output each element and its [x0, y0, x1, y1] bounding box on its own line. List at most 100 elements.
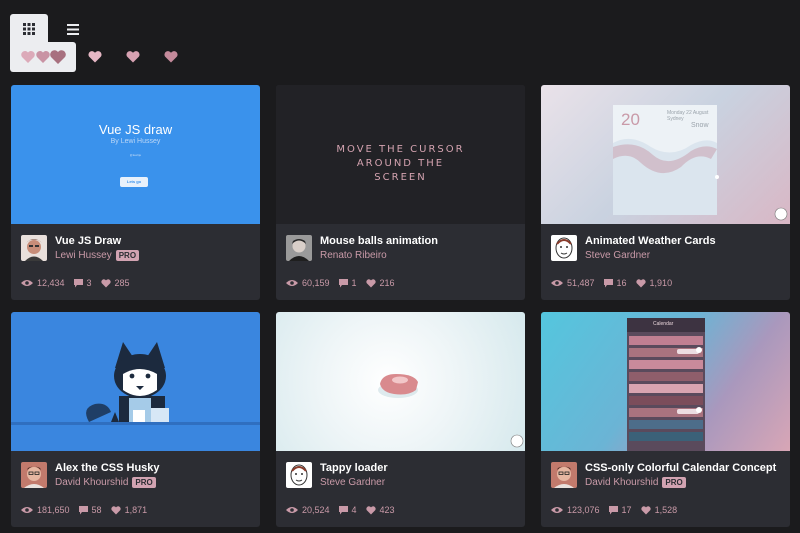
- pro-badge: PRO: [662, 477, 686, 488]
- pro-badge: PRO: [132, 477, 156, 488]
- pen-card: MOVE THE CURSOR AROUND THE SCREEN Mouse …: [276, 85, 525, 300]
- author-name[interactable]: Steve Gardner: [320, 477, 385, 488]
- heart-icon: [88, 51, 102, 63]
- heart-icon: [640, 505, 651, 514]
- pen-title[interactable]: Animated Weather Cards: [585, 235, 716, 247]
- avatar[interactable]: [551, 462, 577, 488]
- filter-heart-2[interactable]: [114, 42, 152, 72]
- pen-preview[interactable]: MOVE THE CURSOR AROUND THE SCREEN: [276, 85, 525, 224]
- views-count: 20,524: [302, 505, 330, 515]
- filter-all-hearts[interactable]: [10, 42, 76, 72]
- views-stat[interactable]: 51,487: [551, 278, 595, 288]
- heart-icon: [110, 505, 121, 514]
- likes-stat[interactable]: 216: [365, 278, 395, 288]
- views-stat[interactable]: 60,159: [286, 278, 330, 288]
- tappy-illustration: [378, 374, 524, 448]
- comments-count: 17: [621, 505, 632, 515]
- views-count: 123,076: [567, 505, 600, 515]
- likes-count: 1,528: [654, 505, 678, 515]
- weather-card-illustration: [613, 105, 788, 221]
- comments-stat[interactable]: 17: [608, 505, 632, 515]
- grid-view-button[interactable]: [10, 14, 48, 44]
- heart-icon: [635, 278, 646, 287]
- avatar[interactable]: [286, 235, 312, 261]
- filter-heart-3[interactable]: [152, 42, 190, 72]
- author-name[interactable]: Steve Gardner: [585, 250, 650, 261]
- avatar[interactable]: [551, 235, 577, 261]
- eye-icon: [551, 280, 563, 286]
- pen-meta: Animated Weather Cards Steve Gardner 51,…: [541, 224, 790, 300]
- likes-count: 1,871: [124, 505, 148, 515]
- pen-stats: 12,434 3 285: [21, 278, 139, 288]
- heart-icon: [100, 278, 111, 287]
- pen-grid: Vue JS draw By Lewi Hussey @lewitje Lets…: [11, 85, 791, 527]
- avatar[interactable]: [21, 462, 47, 488]
- pen-card: Vue JS draw By Lewi Hussey @lewitje Lets…: [11, 85, 260, 300]
- heart-icon: [164, 51, 178, 63]
- likes-stat[interactable]: 285: [100, 278, 130, 288]
- pen-title[interactable]: Mouse balls animation: [320, 235, 438, 247]
- author-name[interactable]: David Khourshid: [585, 477, 658, 488]
- comments-stat[interactable]: 58: [78, 505, 102, 515]
- likes-count: 285: [114, 278, 130, 288]
- heart-icon: [126, 51, 140, 63]
- comment-icon: [608, 505, 618, 514]
- pen-author: Steve Gardner: [320, 477, 385, 488]
- pen-meta: CSS-only Colorful Calendar Concept David…: [541, 451, 790, 527]
- likes-count: 423: [379, 505, 395, 515]
- comments-stat[interactable]: 16: [603, 278, 627, 288]
- pen-title[interactable]: Tappy loader: [320, 462, 388, 474]
- avatar[interactable]: [286, 462, 312, 488]
- author-name[interactable]: Renato Ribeiro: [320, 250, 387, 261]
- comments-count: 4: [351, 505, 357, 515]
- pen-title[interactable]: CSS-only Colorful Calendar Concept: [585, 462, 776, 474]
- eye-icon: [21, 507, 33, 513]
- pen-meta: Alex the CSS Husky David Khourshid PRO 1…: [11, 451, 260, 527]
- comments-stat[interactable]: 1: [338, 278, 357, 288]
- preview-line: MOVE THE CURSOR: [336, 144, 465, 155]
- views-stat[interactable]: 123,076: [551, 505, 600, 515]
- pen-author: David Khourshid PRO: [55, 477, 156, 488]
- hearts-group-icon: [21, 50, 66, 64]
- preview-button: Lets go: [120, 177, 148, 187]
- pen-title[interactable]: Vue JS Draw: [55, 235, 121, 247]
- views-count: 181,650: [37, 505, 70, 515]
- pen-preview[interactable]: Calendar: [541, 312, 790, 451]
- views-count: 12,434: [37, 278, 65, 288]
- likes-stat[interactable]: 423: [365, 505, 395, 515]
- avatar[interactable]: [21, 235, 47, 261]
- comments-count: 3: [86, 278, 92, 288]
- pen-card: Alex the CSS Husky David Khourshid PRO 1…: [11, 312, 260, 527]
- calendar-illustration: [627, 318, 705, 451]
- author-name[interactable]: David Khourshid: [55, 477, 128, 488]
- pen-author: Renato Ribeiro: [320, 250, 387, 261]
- comments-count: 58: [91, 505, 102, 515]
- views-stat[interactable]: 12,434: [21, 278, 65, 288]
- filter-heart-1[interactable]: [76, 42, 114, 72]
- eye-icon: [551, 507, 563, 513]
- comments-count: 1: [351, 278, 357, 288]
- preview-line: SCREEN: [374, 172, 427, 183]
- views-stat[interactable]: 181,650: [21, 505, 70, 515]
- pen-card: Calendar CSS-only Colorful Calendar Conc…: [541, 312, 790, 527]
- weather-place: Sydney: [667, 116, 684, 122]
- preview-heading: Vue JS draw: [98, 122, 173, 137]
- comments-stat[interactable]: 4: [338, 505, 357, 515]
- likes-stat[interactable]: 1,910: [635, 278, 672, 288]
- views-stat[interactable]: 20,524: [286, 505, 330, 515]
- pen-preview[interactable]: 20 Monday 22 August Sydney Snow: [541, 85, 790, 224]
- weather-temp: 20: [621, 110, 640, 129]
- pen-meta: Vue JS Draw Lewi Hussey PRO 12,434 3 285: [11, 224, 260, 300]
- pen-title[interactable]: Alex the CSS Husky: [55, 462, 160, 474]
- list-view-button[interactable]: [54, 14, 92, 44]
- pen-preview[interactable]: [11, 312, 260, 451]
- pen-preview[interactable]: [276, 312, 525, 451]
- preview-message: MOVE THE CURSOR AROUND THE SCREEN: [276, 143, 525, 185]
- likes-stat[interactable]: 1,528: [640, 505, 678, 515]
- pen-stats: 123,076 17 1,528: [551, 505, 686, 515]
- author-name[interactable]: Lewi Hussey: [55, 250, 112, 261]
- pen-preview[interactable]: Vue JS draw By Lewi Hussey @lewitje Lets…: [11, 85, 260, 224]
- likes-stat[interactable]: 1,871: [110, 505, 148, 515]
- likes-count: 216: [379, 278, 395, 288]
- comments-stat[interactable]: 3: [73, 278, 92, 288]
